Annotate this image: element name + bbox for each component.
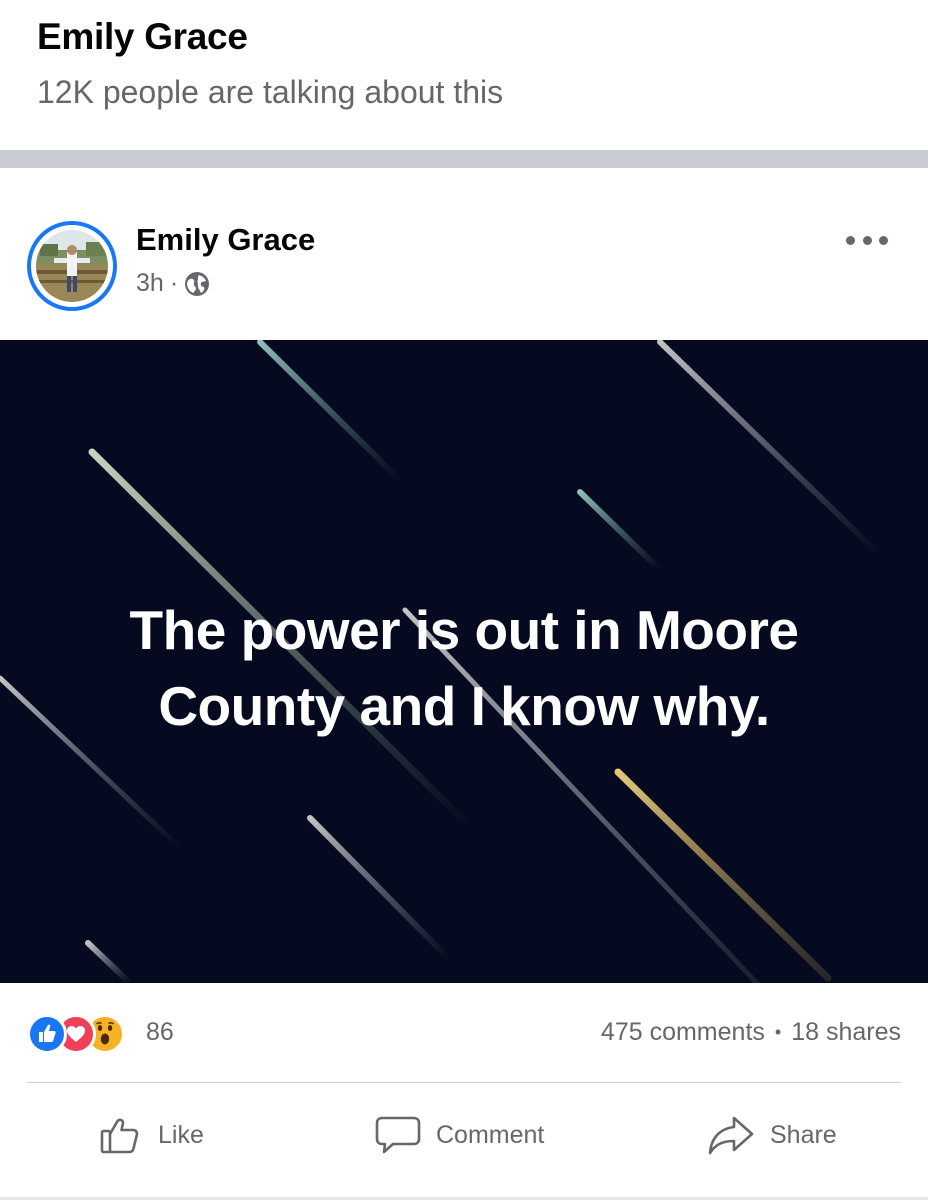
like-label: Like <box>158 1120 204 1149</box>
share-arrow-icon <box>706 1112 756 1158</box>
meta-separator: · <box>169 269 179 297</box>
caption-line-2: County and I know why. <box>158 675 770 737</box>
globe-icon <box>184 271 210 297</box>
post-image[interactable]: The power is out in Moore County and I k… <box>0 340 928 983</box>
post-meta: 3h · <box>136 269 210 298</box>
author-name[interactable]: Emily Grace <box>136 222 315 258</box>
talking-about-count: 12K people are talking about this <box>37 74 504 110</box>
page-header: Emily Grace 12K people are talking about… <box>0 0 928 150</box>
avatar-photo <box>36 230 108 302</box>
comment-icon <box>374 1112 422 1158</box>
section-divider <box>0 150 928 168</box>
reactions-bar: 86 475 comments • 18 shares <box>0 1008 928 1058</box>
reaction-icons[interactable] <box>27 1014 139 1054</box>
image-caption: The power is out in Moore County and I k… <box>40 592 888 744</box>
reaction-count[interactable]: 86 <box>146 1018 174 1047</box>
post-timestamp[interactable]: 3h <box>136 269 164 298</box>
comments-count[interactable]: 475 comments <box>601 1018 765 1047</box>
like-reaction-icon <box>27 1014 67 1054</box>
more-options-icon[interactable] <box>846 228 888 252</box>
post-card: Emily Grace 3h · The power is out in Moo… <box>0 168 928 1200</box>
page-title[interactable]: Emily Grace <box>37 16 248 58</box>
caption-line-1: The power is out in Moore <box>129 599 799 661</box>
comment-button[interactable]: Comment <box>374 1083 544 1187</box>
author-avatar[interactable] <box>27 221 117 311</box>
share-label: Share <box>770 1120 837 1149</box>
like-button[interactable]: Like <box>98 1083 204 1187</box>
thumbs-up-icon <box>98 1112 144 1158</box>
comment-label: Comment <box>436 1120 545 1149</box>
comments-shares: 475 comments • 18 shares <box>601 1018 901 1047</box>
post-actions: Like Comment Share <box>0 1083 928 1187</box>
share-button[interactable]: Share <box>706 1083 837 1187</box>
shares-count[interactable]: 18 shares <box>791 1018 901 1047</box>
stats-separator: • <box>774 1022 782 1042</box>
